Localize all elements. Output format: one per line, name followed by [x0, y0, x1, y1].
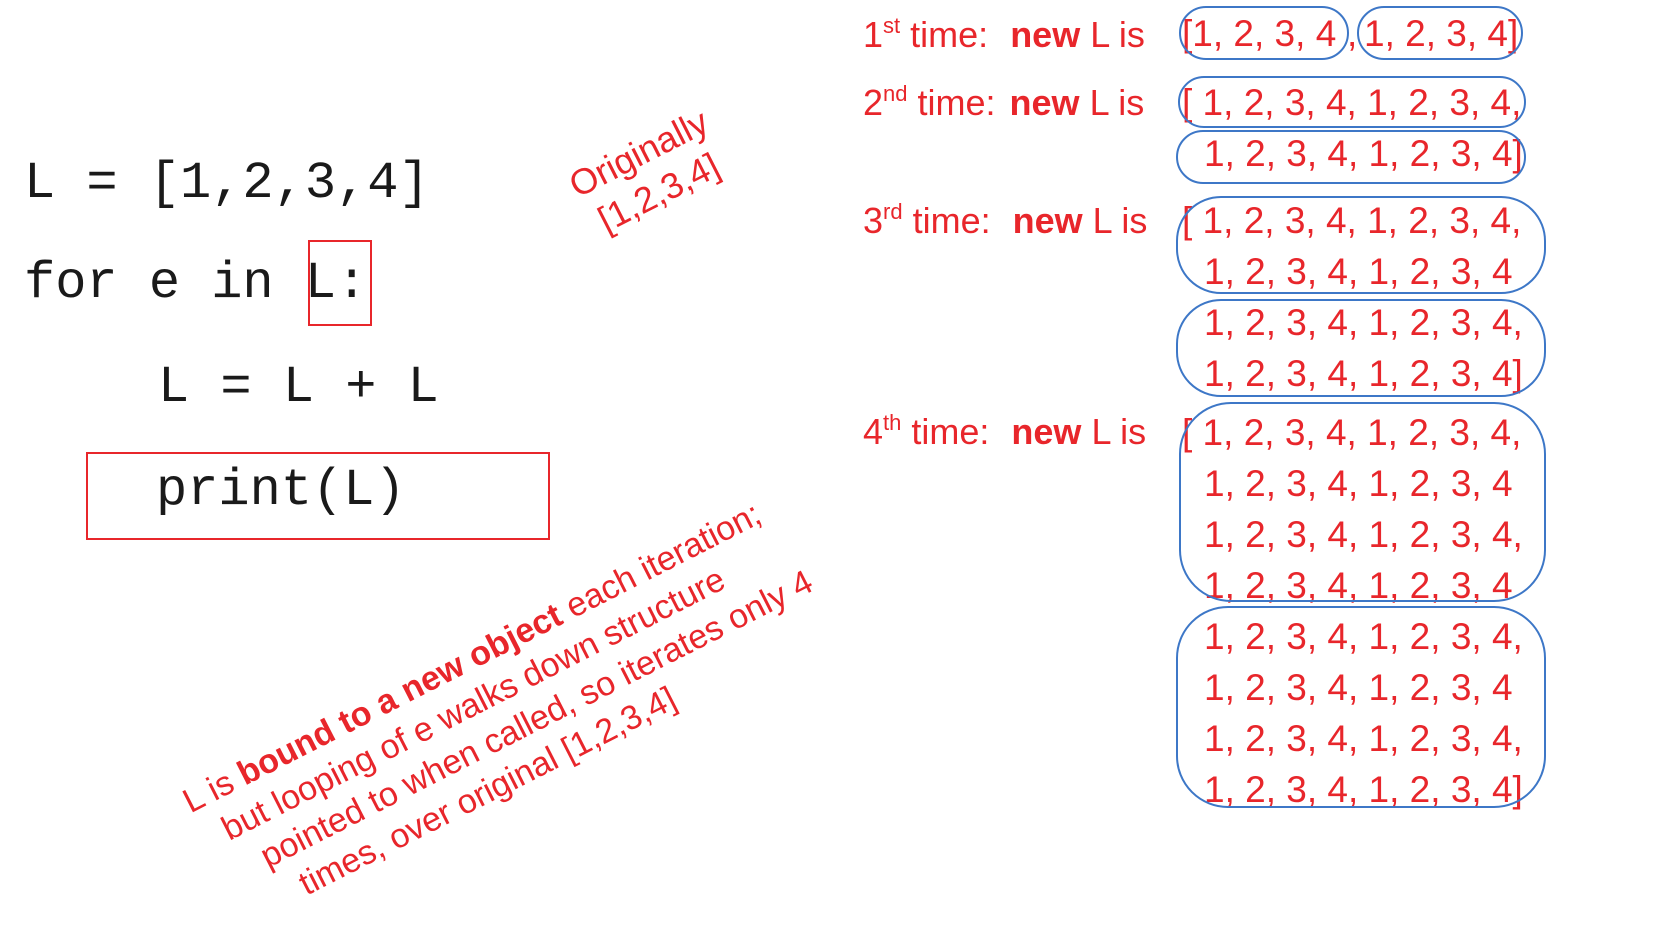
group-outline-4th-a [1179, 402, 1546, 602]
group-outline-1st-b [1357, 6, 1523, 60]
print-highlight-box [86, 452, 550, 540]
group-outline-2nd-a [1178, 76, 1526, 128]
iteration-label-2: 2nd time: new L is [863, 81, 1145, 123]
iteration-label-3: 3rd time: new L is [863, 199, 1148, 241]
iteration-label-1: 1st time: new L is [863, 13, 1145, 55]
group-outline-1st-a [1179, 6, 1349, 60]
code-for-prefix: for e in [24, 254, 305, 313]
loop-var-highlight-box [308, 240, 372, 326]
code-line-concat: L = L + L [158, 358, 439, 417]
group-outline-4th-b [1176, 606, 1546, 808]
code-line-assign: L = [1,2,3,4] [24, 154, 430, 213]
group-outline-3rd-b [1176, 299, 1546, 397]
group-outline-2nd-b [1176, 130, 1526, 184]
group-outline-3rd-a [1176, 196, 1546, 294]
iteration-label-4: 4th time: new L is [863, 410, 1147, 452]
